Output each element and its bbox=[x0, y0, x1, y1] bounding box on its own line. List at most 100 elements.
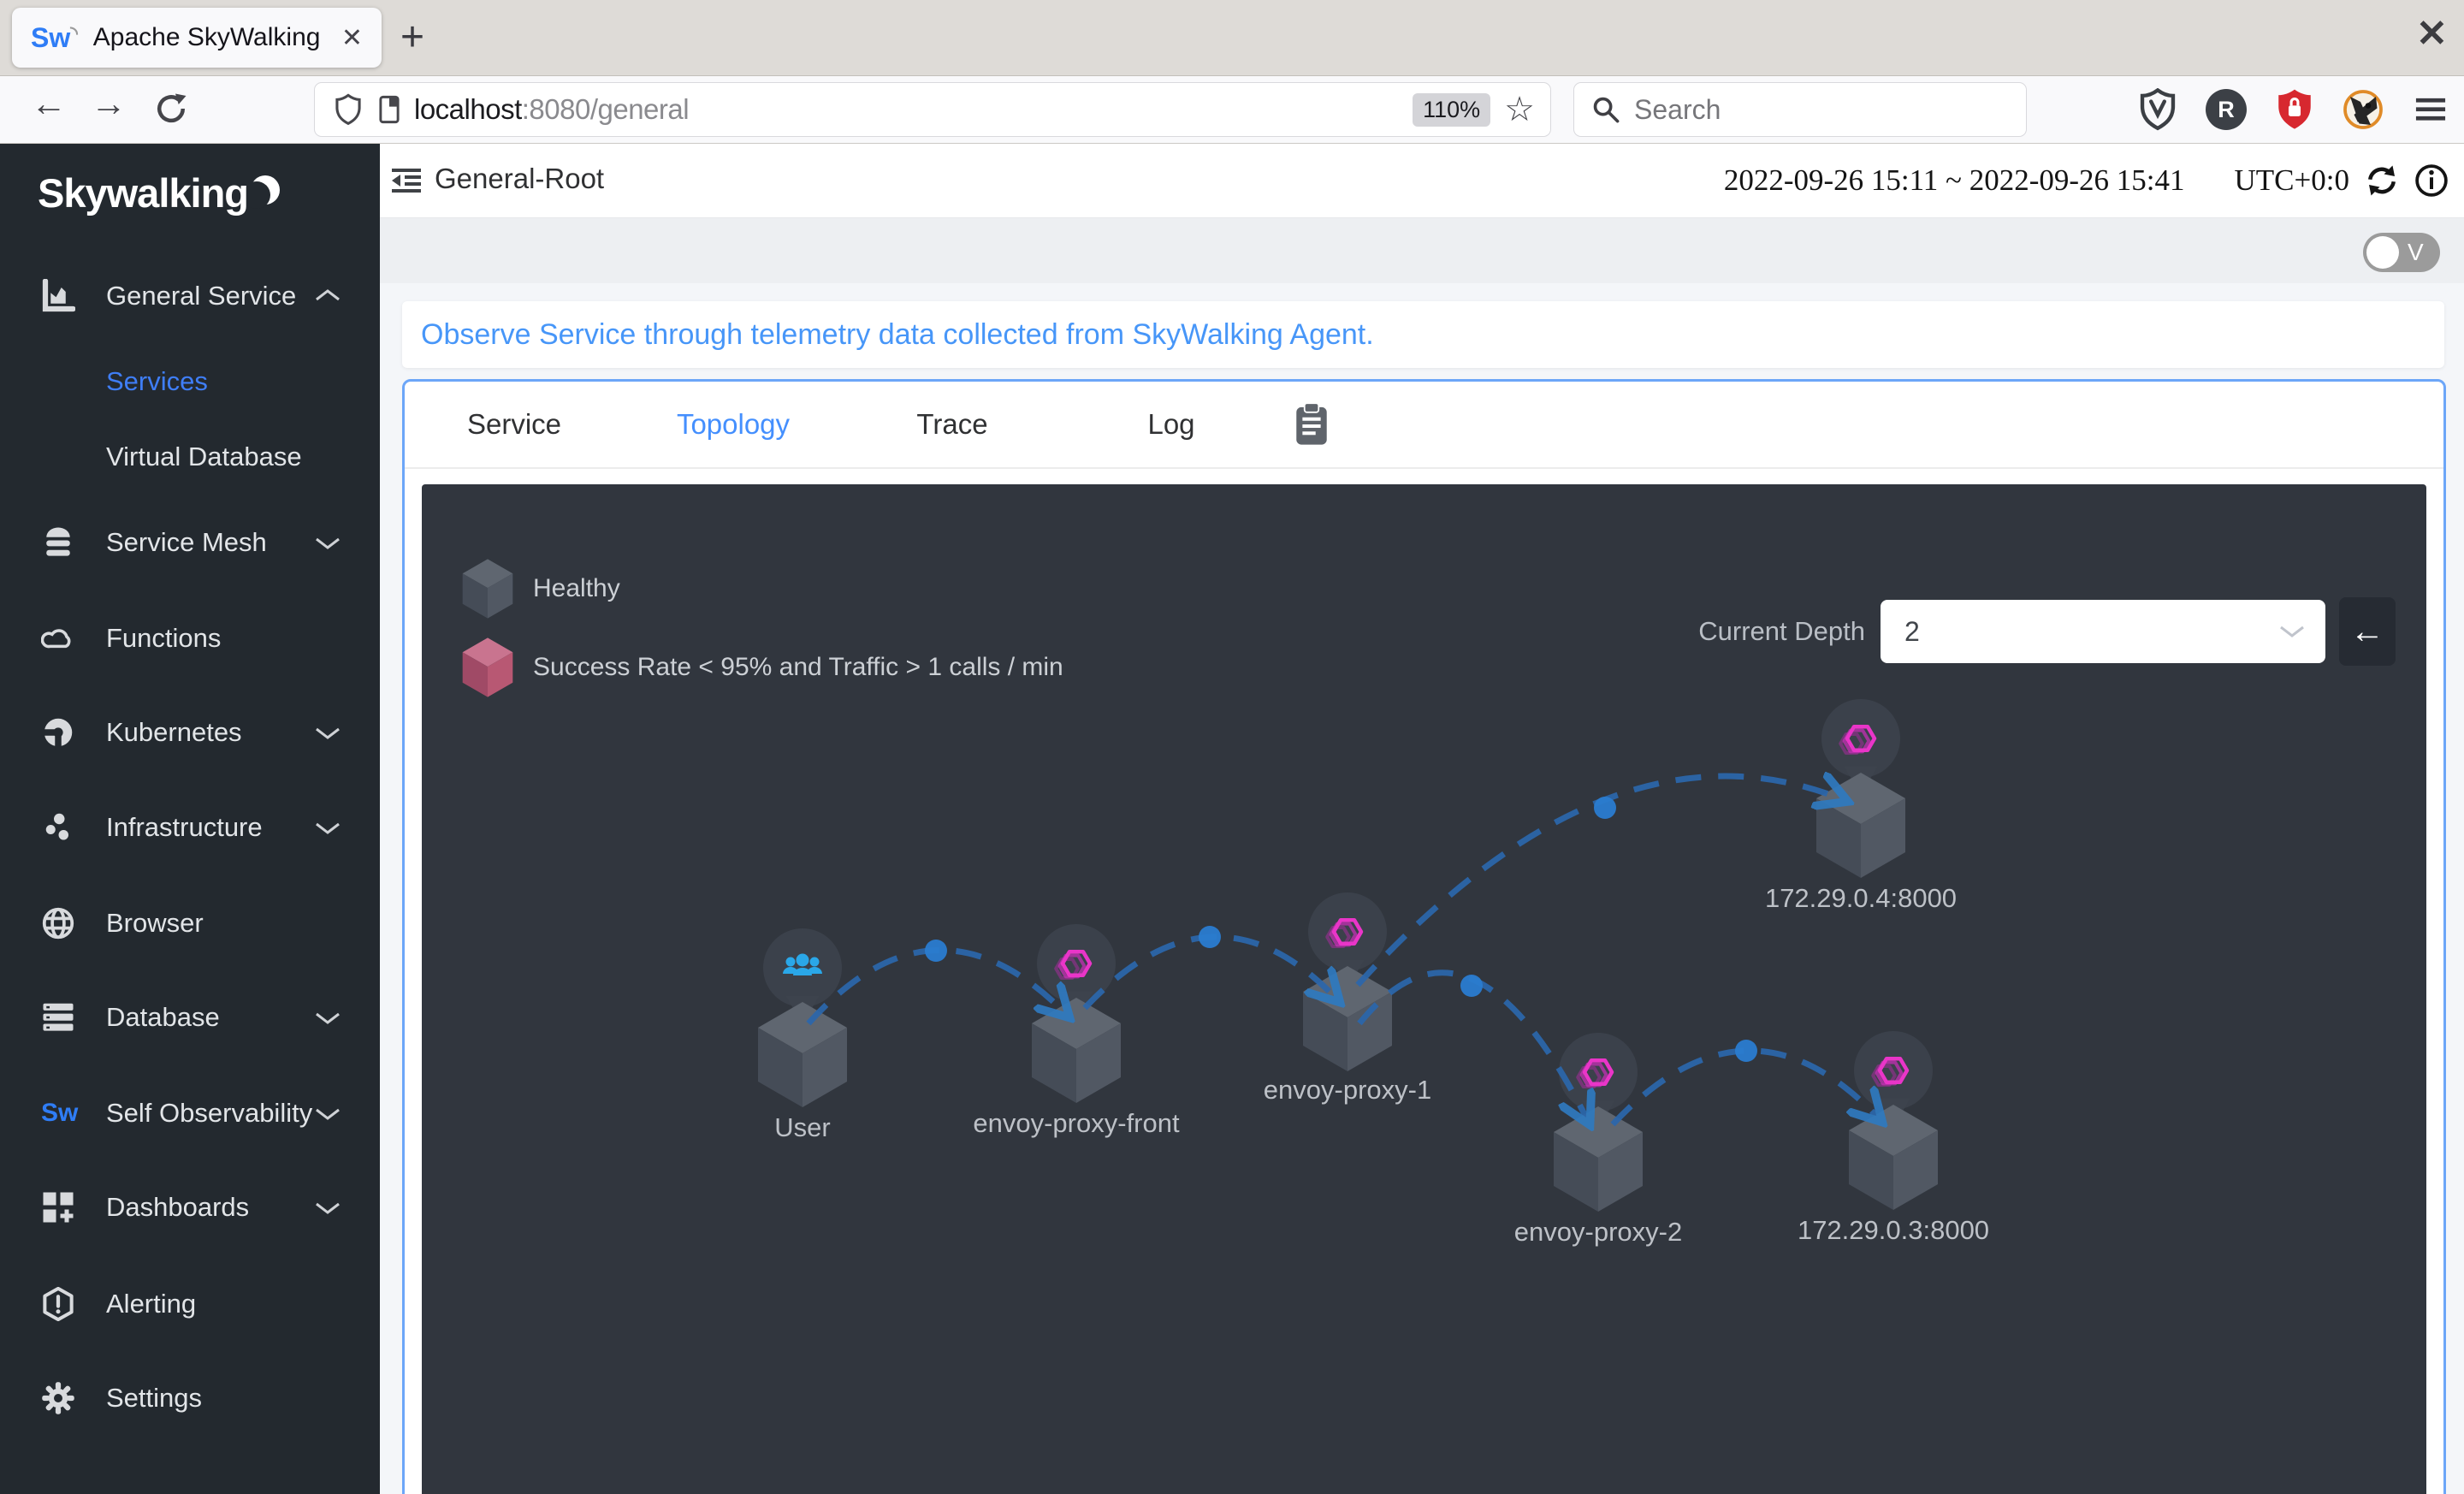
window-close-button[interactable]: ✕ bbox=[2416, 12, 2448, 56]
forward-button[interactable]: → bbox=[91, 83, 127, 124]
node-label: 172.29.0.4:8000 bbox=[1765, 883, 1957, 913]
tab-close-icon[interactable]: ✕ bbox=[341, 23, 363, 53]
sidebar: Skywalking General Service Services Virt… bbox=[0, 144, 380, 1494]
sidebar-item-label: Settings bbox=[106, 1383, 203, 1413]
sidebar-item-label: Virtual Database bbox=[106, 442, 302, 471]
info-banner: Observe Service through telemetry data c… bbox=[402, 301, 2444, 368]
sidebar-item-label: Self Observability bbox=[106, 1098, 313, 1128]
time-range[interactable]: 2022-09-26 15:11 ~ 2022-09-26 15:41 bbox=[1724, 163, 2185, 198]
sidebar-item-virtual-database[interactable]: Virtual Database bbox=[0, 430, 380, 483]
time-controls: 2022-09-26 15:11 ~ 2022-09-26 15:41 UTC+… bbox=[1724, 144, 2449, 217]
new-tab-button[interactable]: + bbox=[400, 15, 424, 60]
depth-value: 2 bbox=[1904, 615, 1920, 647]
node-label: User bbox=[774, 1112, 830, 1142]
sidebar-item-label: General Service bbox=[106, 281, 297, 311]
tabs-row: Service Topology Trace Log bbox=[405, 382, 2443, 469]
kubernetes-icon bbox=[41, 718, 73, 750]
version-toggle[interactable]: V bbox=[2363, 233, 2440, 272]
badger-extension-icon[interactable] bbox=[2343, 89, 2384, 130]
r-extension-icon[interactable]: R bbox=[2206, 89, 2247, 130]
sidebar-item-services[interactable]: Services bbox=[0, 355, 380, 408]
topology-back-button[interactable]: ← bbox=[2339, 597, 2396, 666]
chevron-down-icon bbox=[316, 822, 340, 834]
browser-tab[interactable]: Sw◝ Apache SkyWalking ✕ bbox=[12, 8, 382, 68]
sidebar-item-general-service[interactable]: General Service bbox=[0, 270, 380, 323]
back-button[interactable]: ← bbox=[31, 83, 67, 124]
chevron-down-icon bbox=[316, 1108, 340, 1120]
hamburger-menu-icon[interactable] bbox=[2413, 92, 2449, 127]
tab-log[interactable]: Log bbox=[1062, 408, 1281, 441]
privacy-shield-extension-icon[interactable] bbox=[2276, 88, 2313, 131]
service-card: Service Topology Trace Log User envoy-pr… bbox=[402, 379, 2446, 1494]
node-label: envoy-proxy-front bbox=[973, 1108, 1180, 1138]
legend-label: Success Rate < 95% and Traffic > 1 calls… bbox=[533, 653, 1063, 681]
search-bar[interactable] bbox=[1574, 83, 2026, 136]
node-label: envoy-proxy-2 bbox=[1514, 1217, 1682, 1247]
browser-toolbar: ← → localhost:8080/general 110% ☆ Search… bbox=[0, 76, 2464, 144]
shield-v-extension-icon[interactable] bbox=[2139, 88, 2177, 131]
refresh-icon[interactable] bbox=[2365, 163, 2399, 198]
skywalking-favicon-icon: Sw◝ bbox=[31, 21, 78, 53]
sidebar-item-self-observability[interactable]: Sw Self Observability bbox=[0, 1087, 380, 1140]
search-input[interactable] bbox=[1632, 92, 1961, 127]
topology-legend: Healthy Success Rate < 95% and Traffic >… bbox=[461, 549, 1063, 707]
toggle-label: V bbox=[2408, 239, 2424, 265]
sidebar-item-alerting[interactable]: Alerting bbox=[0, 1278, 380, 1331]
topology-node-envoy-proxy-front[interactable]: envoy-proxy-front bbox=[973, 924, 1180, 1138]
url-bar[interactable]: localhost:8080/general 110% ☆ bbox=[315, 83, 1550, 136]
healthy-cube-icon bbox=[462, 559, 513, 619]
current-depth-label: Current Depth bbox=[1698, 616, 1865, 646]
sidebar-item-database[interactable]: Database bbox=[0, 991, 380, 1044]
chevron-down-icon bbox=[316, 1202, 340, 1214]
app-header: General-Root 2022-09-26 15:11 ~ 2022-09-… bbox=[380, 144, 2464, 218]
main-content: General-Root 2022-09-26 15:11 ~ 2022-09-… bbox=[380, 144, 2464, 1494]
sidebar-item-functions[interactable]: Functions bbox=[0, 612, 380, 665]
sw-logo-icon: Sw bbox=[41, 1099, 79, 1127]
sidebar-item-label: Kubernetes bbox=[106, 717, 242, 747]
sidebar-item-label: Service Mesh bbox=[106, 527, 267, 557]
layers-icon bbox=[46, 527, 70, 556]
sidebar-item-label: Functions bbox=[106, 623, 222, 653]
globe-icon bbox=[42, 907, 74, 940]
sidebar-item-infrastructure[interactable]: Infrastructure bbox=[0, 801, 380, 854]
alert-cube-icon bbox=[462, 637, 513, 697]
topology-node-172-29-0-3[interactable]: 172.29.0.3:8000 bbox=[1798, 1031, 1989, 1245]
topology-node-user[interactable]: User bbox=[758, 928, 847, 1142]
reload-button[interactable] bbox=[154, 92, 188, 126]
depth-select[interactable]: 2 bbox=[1881, 600, 2325, 663]
sidebar-item-label: Alerting bbox=[106, 1289, 197, 1319]
database-icon bbox=[43, 1003, 74, 1031]
sidebar-item-settings[interactable]: Settings bbox=[0, 1372, 380, 1425]
sidebar-item-label: Services bbox=[106, 366, 208, 396]
tab-topology[interactable]: Topology bbox=[624, 408, 843, 441]
bookmark-star-icon[interactable]: ☆ bbox=[1504, 90, 1535, 129]
firefox-window: Sw◝ Apache SkyWalking ✕ + ✕ ← → localhos… bbox=[0, 0, 2464, 1494]
topology-node-envoy-proxy-1[interactable]: envoy-proxy-1 bbox=[1264, 892, 1431, 1105]
sidebar-item-kubernetes[interactable]: Kubernetes bbox=[0, 706, 380, 759]
sidebar-item-label: Dashboards bbox=[106, 1192, 250, 1222]
shield-permissions-icon[interactable] bbox=[334, 93, 363, 126]
gear-icon bbox=[42, 1382, 74, 1414]
banner-text: Observe Service through telemetry data c… bbox=[421, 317, 1374, 351]
tab-trace[interactable]: Trace bbox=[843, 408, 1062, 441]
info-icon[interactable] bbox=[2414, 163, 2449, 198]
sidebar-collapse-icon[interactable] bbox=[392, 166, 423, 195]
timezone[interactable]: UTC+0:0 bbox=[2235, 163, 2349, 198]
sidebar-item-dashboards[interactable]: Dashboards bbox=[0, 1181, 380, 1234]
cloud-icon bbox=[41, 629, 71, 649]
tab-service[interactable]: Service bbox=[405, 408, 624, 441]
topology-node-172-29-0-4[interactable]: 172.29.0.4:8000 bbox=[1765, 699, 1957, 913]
page-info-icon[interactable] bbox=[376, 94, 402, 125]
sidebar-item-service-mesh[interactable]: Service Mesh bbox=[0, 516, 380, 569]
clipboard-icon[interactable] bbox=[1293, 402, 1330, 447]
sidebar-item-label: Infrastructure bbox=[106, 812, 263, 842]
chevron-down-icon bbox=[316, 727, 340, 739]
zoom-level-badge[interactable]: 110% bbox=[1413, 92, 1491, 127]
extension-icons: R bbox=[2139, 76, 2449, 143]
legend-item-alert: Success Rate < 95% and Traffic > 1 calls… bbox=[461, 628, 1063, 707]
topology-node-envoy-proxy-2[interactable]: envoy-proxy-2 bbox=[1514, 1033, 1682, 1247]
node-label: 172.29.0.3:8000 bbox=[1798, 1215, 1989, 1245]
dashboards-grid-icon bbox=[43, 1192, 74, 1223]
sidebar-item-browser[interactable]: Browser bbox=[0, 897, 380, 950]
page-title: General-Root bbox=[435, 163, 605, 194]
